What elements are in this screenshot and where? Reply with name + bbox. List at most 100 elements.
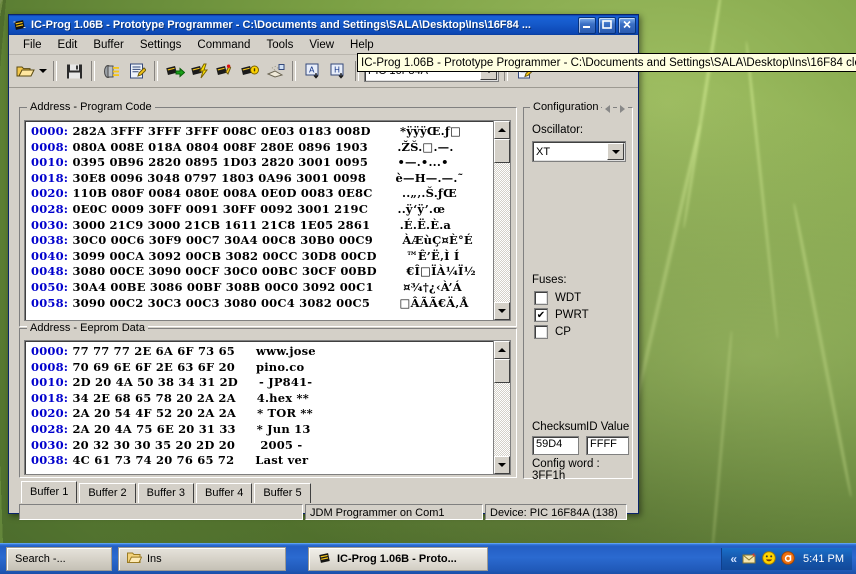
window-title: IC-Prog 1.06B - Prototype Programmer - C… xyxy=(31,19,531,31)
hex-row-ascii: ¤¾†¿‹À’Á xyxy=(373,279,462,294)
svg-text:A: A xyxy=(309,65,315,74)
oscillator-value: XT xyxy=(536,145,551,158)
fuse-pwrt[interactable]: ✔ PWRT xyxy=(534,308,589,322)
menu-item-tools[interactable]: Tools xyxy=(258,37,301,53)
verify-device-icon[interactable] xyxy=(213,60,237,83)
minimize-button[interactable] xyxy=(578,16,596,34)
program-code-hex-view[interactable]: 0000: 282A 3FFF 3FFF 3FFF 008C 0E03 0183… xyxy=(24,120,511,321)
eeprom-data-scrollbar[interactable] xyxy=(493,341,510,474)
hex-row-values: 0E0C 0009 30FF 0091 30FF 0092 3001 219C xyxy=(68,201,369,216)
open-file-icon[interactable] xyxy=(13,60,37,83)
asm-view-icon[interactable]: A xyxy=(301,60,325,83)
window-controls xyxy=(578,16,636,34)
left-arrow-icon[interactable] xyxy=(602,103,613,114)
tab-buffer-4[interactable]: Buffer 4 xyxy=(195,483,253,503)
scroll-down-button[interactable] xyxy=(494,456,510,474)
grass-blade xyxy=(791,202,854,498)
program-code-scrollbar[interactable] xyxy=(493,121,510,320)
hex-row-address: 0020: xyxy=(31,406,69,421)
clock[interactable]: 5:41 PM xyxy=(803,553,844,565)
menu-item-view[interactable]: View xyxy=(301,37,342,53)
hardware-test-icon[interactable] xyxy=(100,60,124,83)
menu-item-command[interactable]: Command xyxy=(189,37,258,53)
hex-row: 0010: 0395 0B96 2820 0895 1D03 2820 3001… xyxy=(31,155,493,171)
chip-icon xyxy=(317,551,332,568)
svg-text:H: H xyxy=(334,65,340,74)
scroll-up-button[interactable] xyxy=(494,341,510,359)
tray-expand-icon[interactable]: « xyxy=(730,552,737,566)
toolbar-separator xyxy=(292,61,296,81)
hex-row-address: 0010: xyxy=(31,155,69,170)
hex-row-values: 77 77 77 2E 6A 6F 73 65 xyxy=(68,344,235,358)
hex-view-icon[interactable]: H xyxy=(326,60,350,83)
menu-item-buffer[interactable]: Buffer xyxy=(85,37,131,53)
menu-item-help[interactable]: Help xyxy=(342,37,382,53)
hex-row-ascii: * Jun 13 xyxy=(235,421,311,436)
fuse-cp[interactable]: CP xyxy=(534,325,589,339)
read-device-icon[interactable] xyxy=(163,60,187,83)
eeprom-data-hex-view[interactable]: 0000: 77 77 77 2E 6A 6F 73 65 www.jose 00… xyxy=(24,340,511,475)
edit-buffer-icon[interactable] xyxy=(125,60,149,83)
erase-device-icon[interactable] xyxy=(238,60,262,83)
maximize-button[interactable] xyxy=(598,16,616,34)
status-left xyxy=(19,504,303,520)
hex-row: 0020: 110B 080F 0084 080E 008A 0E0D 0083… xyxy=(31,186,493,202)
hex-row-ascii: - JP841- xyxy=(238,375,313,390)
blank-check-icon[interactable] xyxy=(263,60,287,83)
hex-row-values: 080A 008E 018A 0804 008F 280E 0896 1903 xyxy=(68,139,368,154)
title-bar[interactable]: IC-Prog 1.06B - Prototype Programmer - C… xyxy=(9,15,638,35)
tab-buffer-5[interactable]: Buffer 5 xyxy=(254,483,311,503)
mail-icon[interactable] xyxy=(742,551,757,568)
oscillator-select[interactable]: XT xyxy=(532,141,626,162)
toolbar-separator xyxy=(91,61,95,81)
scroll-up-button[interactable] xyxy=(494,121,510,139)
menu-item-edit[interactable]: Edit xyxy=(50,37,86,53)
id-value-field[interactable]: FFFF xyxy=(586,436,629,455)
tab-buffer-1[interactable]: Buffer 1 xyxy=(21,481,78,503)
hex-row-ascii: •—.•...• xyxy=(368,155,449,170)
scroll-thumb[interactable] xyxy=(494,359,510,383)
taskbar-button-icprog[interactable]: IC-Prog 1.06B - Proto... xyxy=(308,547,488,571)
configuration-group: Configuration Oscillator: XT Fuses: WDT … xyxy=(523,101,633,482)
program-code-group-label: Address - Program Code xyxy=(27,101,155,113)
hex-row-ascii: pino.co xyxy=(234,359,305,374)
id-value-label: ID Value xyxy=(586,421,630,433)
fuse-cp-checkbox[interactable] xyxy=(534,325,548,339)
taskbar-button-ins[interactable]: Ins xyxy=(118,547,286,571)
fuse-wdt-checkbox[interactable] xyxy=(534,291,548,305)
right-arrow-icon[interactable] xyxy=(617,103,628,114)
hex-row-ascii: □ÂÃÃ€Ä‚Å xyxy=(370,295,469,310)
scroll-down-button[interactable] xyxy=(494,302,510,320)
scroll-thumb[interactable] xyxy=(494,139,510,163)
status-bar: JDM Programmer on Com1 Device: PIC 16F84… xyxy=(19,504,627,520)
menu-item-file[interactable]: File xyxy=(15,37,50,53)
system-tray: « 5:41 PM xyxy=(721,548,852,570)
chevron-down-icon[interactable] xyxy=(607,143,624,160)
fuse-cp-label: CP xyxy=(555,326,571,338)
hex-row-values: 3000 21C9 3000 21CB 1611 21C8 1E05 2861 xyxy=(68,217,371,232)
taskbar-button-search[interactable]: Search -... xyxy=(6,547,112,571)
close-button[interactable] xyxy=(618,16,636,34)
open-dropdown-icon[interactable] xyxy=(38,60,48,83)
grass-blade xyxy=(744,40,780,340)
hex-row-address: 0028: xyxy=(31,201,69,216)
hex-row: 0030: 20 32 30 30 35 20 2D 20 2005 - xyxy=(31,438,493,454)
save-file-icon[interactable] xyxy=(62,60,86,83)
fuse-pwrt-label: PWRT xyxy=(555,309,589,321)
hex-row-values: 30A4 00BE 3086 00BF 308B 00C0 3092 00C1 xyxy=(68,279,374,294)
tab-buffer-2[interactable]: Buffer 2 xyxy=(79,483,136,503)
fuse-wdt[interactable]: WDT xyxy=(534,291,589,305)
hex-row-values: 4C 61 73 74 20 76 65 72 xyxy=(68,453,235,468)
hex-row-values: 3080 00CE 3090 00CF 30C0 00BC 30CF 00BD xyxy=(68,264,377,279)
tab-buffer-3[interactable]: Buffer 3 xyxy=(137,483,194,503)
smiley-icon[interactable] xyxy=(762,550,776,568)
menu-item-settings[interactable]: Settings xyxy=(132,37,190,53)
hex-row: 0028: 2A 20 4A 75 6E 20 31 33 * Jun 13 xyxy=(31,422,493,438)
aol-icon[interactable] xyxy=(781,550,795,568)
hex-row-ascii: ..ÿ‘ÿ’.œ xyxy=(368,201,446,216)
checksum-field[interactable]: 59D4 xyxy=(532,436,579,455)
program-device-icon[interactable] xyxy=(188,60,212,83)
taskbar-button-ins-label: Ins xyxy=(147,553,162,565)
fuse-pwrt-checkbox[interactable]: ✔ xyxy=(534,308,548,322)
hex-row-values: 110B 080F 0084 080E 008A 0E0D 0083 0E8C xyxy=(68,186,373,201)
